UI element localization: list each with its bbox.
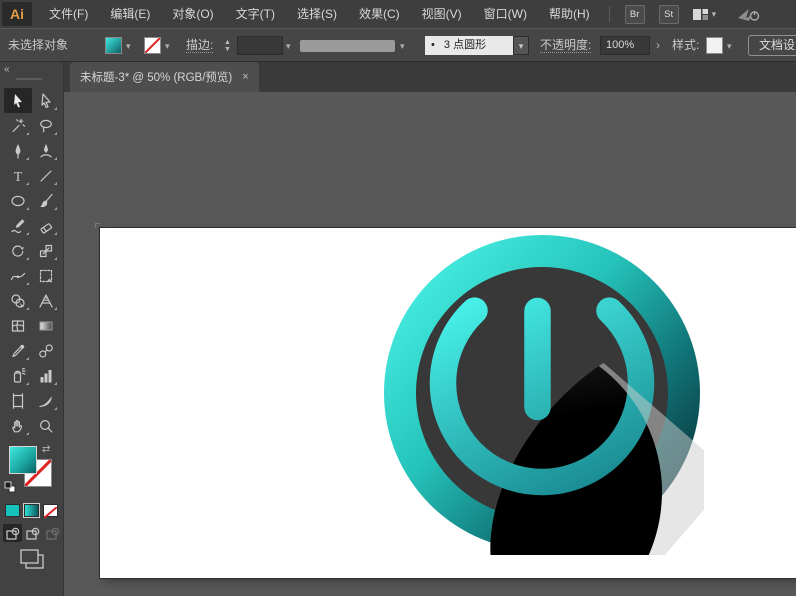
- mesh-tool[interactable]: [4, 313, 32, 338]
- drawing-modes: [3, 524, 62, 542]
- brush-bullet: •: [431, 39, 435, 51]
- stroke-weight-stepper[interactable]: ▲▼: [222, 37, 233, 54]
- menu-edit[interactable]: 编辑(E): [99, 0, 161, 28]
- column-graph-tool[interactable]: [32, 363, 60, 388]
- bridge-button[interactable]: Br: [625, 5, 645, 24]
- draw-behind-button[interactable]: [23, 524, 42, 542]
- rotate-tool[interactable]: [4, 238, 32, 263]
- symbol-sprayer-tool[interactable]: [4, 363, 32, 388]
- gradient-tool[interactable]: [32, 313, 60, 338]
- default-fill-stroke-icon[interactable]: [4, 480, 16, 498]
- brush-name: 3 点圆形: [444, 39, 486, 51]
- opacity-label[interactable]: 不透明度:: [540, 38, 591, 53]
- free-transform-tool[interactable]: [32, 263, 60, 288]
- fill-swatch[interactable]: [9, 446, 37, 474]
- eyedropper-tool[interactable]: [4, 338, 32, 363]
- stroke-color-swatch[interactable]: [144, 37, 161, 54]
- power-button-artwork[interactable]: [380, 231, 704, 555]
- menu-help[interactable]: 帮助(H): [538, 0, 601, 28]
- direct-selection-tool[interactable]: [32, 88, 60, 113]
- menu-bar: Ai 文件(F) 编辑(E) 对象(O) 文字(T) 选择(S) 效果(C) 视…: [0, 0, 796, 28]
- control-bar: 未选择对象 ▾ ▾ 描边: ▲▼ ▾ ▾ • 3 点圆形 ▾ 不透明度: 100…: [0, 28, 796, 62]
- menu-window[interactable]: 窗口(W): [473, 0, 538, 28]
- line-segment-tool[interactable]: [32, 163, 60, 188]
- workspace-switcher-icon: [692, 7, 709, 22]
- share-power-icon[interactable]: [736, 5, 762, 23]
- tab-close-icon[interactable]: ×: [242, 71, 248, 83]
- stroke-weight-value[interactable]: [237, 36, 283, 55]
- style-chevron-icon[interactable]: ▾: [727, 41, 732, 52]
- appearance-buttons: [5, 504, 58, 517]
- panel-grip[interactable]: [16, 78, 42, 80]
- none-slash-icon: [145, 38, 160, 53]
- swap-fill-stroke-icon[interactable]: ⇄: [42, 444, 50, 455]
- stroke-weight-chevron-icon[interactable]: ▾: [286, 41, 291, 52]
- stroke-weight-label[interactable]: 描边:: [186, 38, 213, 53]
- paintbrush-tool[interactable]: [32, 188, 60, 213]
- stroke-chevron-icon[interactable]: ▾: [165, 41, 170, 52]
- document-tab[interactable]: 未标题-3* @ 50% (RGB/预览) ×: [70, 62, 259, 92]
- shape-builder-tool[interactable]: [4, 288, 32, 313]
- opacity-value[interactable]: 100%: [600, 36, 650, 55]
- style-swatch[interactable]: [706, 37, 723, 54]
- menu-object[interactable]: 对象(O): [161, 0, 224, 28]
- pen-tool[interactable]: [4, 138, 32, 163]
- swatch-area: ⇄: [0, 442, 64, 596]
- brush-chevron-icon[interactable]: ▾: [513, 36, 529, 55]
- hand-tool[interactable]: [4, 413, 32, 438]
- opacity-arrow-icon[interactable]: ›: [656, 29, 660, 61]
- menubar-separator: [609, 6, 610, 22]
- collapse-panel-icon[interactable]: «: [4, 64, 10, 75]
- menu-file[interactable]: 文件(F): [38, 0, 99, 28]
- document-setup-button[interactable]: 文档设置: [748, 35, 796, 56]
- stock-button[interactable]: St: [659, 5, 679, 24]
- zoom-tool[interactable]: [32, 413, 60, 438]
- curvature-tool[interactable]: [32, 138, 60, 163]
- width-profile-dropdown[interactable]: [300, 40, 395, 52]
- ellipse-tool[interactable]: [4, 188, 32, 213]
- draw-normal-button[interactable]: [3, 524, 22, 542]
- draw-inside-button[interactable]: [43, 524, 62, 542]
- scale-tool[interactable]: [32, 238, 60, 263]
- fill-chevron-icon[interactable]: ▾: [126, 41, 131, 52]
- menu-select[interactable]: 选择(S): [286, 0, 348, 28]
- document-title: 未标题-3* @ 50% (RGB/预览): [80, 69, 232, 85]
- blend-tool[interactable]: [32, 338, 60, 363]
- selection-status: 未选择对象: [8, 29, 68, 61]
- workspace-switcher[interactable]: ▾: [692, 7, 717, 22]
- menu-effect[interactable]: 效果(C): [348, 0, 411, 28]
- svg-text:T: T: [14, 170, 23, 184]
- tool-panel: « T: [0, 62, 64, 596]
- style-label: 样式:: [672, 29, 699, 61]
- artboard-tool[interactable]: [4, 388, 32, 413]
- document-tab-bar: 未标题-3* @ 50% (RGB/预览) ×: [64, 62, 796, 92]
- shaper-tool[interactable]: [4, 213, 32, 238]
- eraser-tool[interactable]: [32, 213, 60, 238]
- none-button[interactable]: [43, 504, 58, 517]
- selection-tool[interactable]: [4, 88, 32, 113]
- tool-grid: T: [4, 88, 60, 438]
- slice-tool[interactable]: [32, 388, 60, 413]
- fill-color-swatch[interactable]: [105, 37, 122, 54]
- type-tool[interactable]: T: [4, 163, 32, 188]
- brush-dropdown[interactable]: • 3 点圆形: [425, 36, 513, 55]
- canvas-pasteboard[interactable]: [64, 92, 796, 596]
- menu-type[interactable]: 文字(T): [225, 0, 286, 28]
- width-tool[interactable]: [4, 263, 32, 288]
- magic-wand-tool[interactable]: [4, 113, 32, 138]
- app-logo: Ai: [2, 2, 32, 26]
- lasso-tool[interactable]: [32, 113, 60, 138]
- perspective-grid-tool[interactable]: [32, 288, 60, 313]
- gradient-button[interactable]: [24, 504, 39, 517]
- profile-chevron-icon[interactable]: ▾: [400, 41, 405, 52]
- screen-mode-button[interactable]: [19, 548, 45, 575]
- none-slash-icon: [44, 507, 57, 518]
- menu-view[interactable]: 视图(V): [411, 0, 473, 28]
- color-button[interactable]: [5, 504, 20, 517]
